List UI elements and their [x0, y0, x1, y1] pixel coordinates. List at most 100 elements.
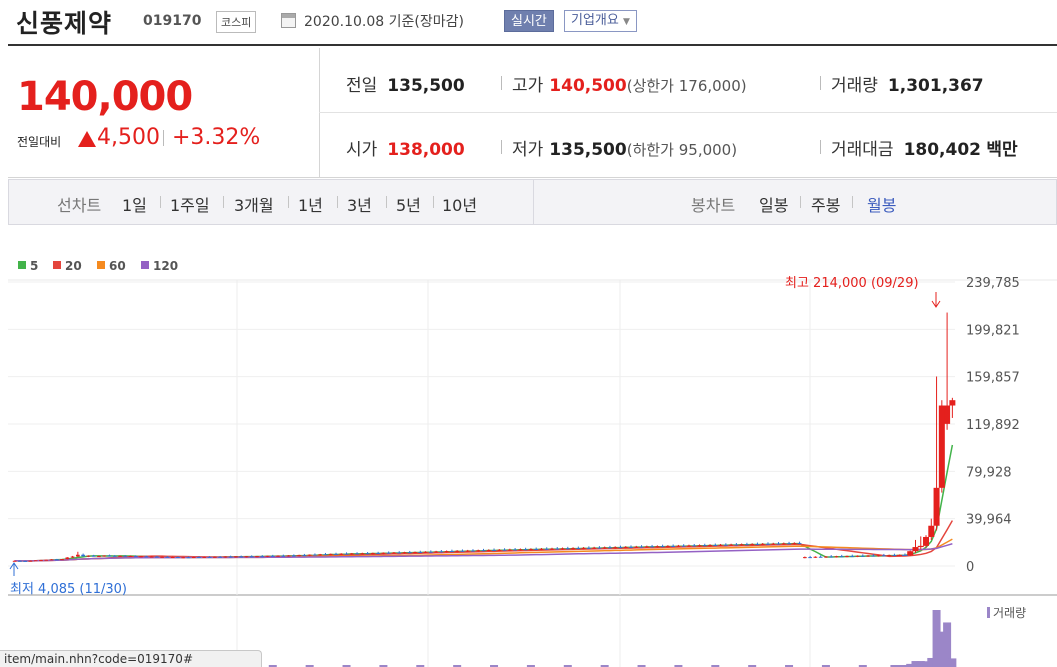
- candle-body: [818, 556, 823, 558]
- low-price: 저가 135,500(하한가 95,000): [512, 140, 738, 160]
- period-1d[interactable]: 1일: [122, 192, 147, 216]
- candle-body: [65, 557, 70, 560]
- volume-legend-label: 거래량: [993, 606, 1026, 620]
- candle-body: [123, 555, 128, 557]
- company-name[interactable]: 신풍제약: [16, 4, 112, 40]
- candle-body: [896, 554, 903, 556]
- candle-body: [133, 555, 138, 557]
- candle-body: [634, 546, 639, 548]
- change-label: 전일대비: [17, 135, 62, 149]
- candle-body: [845, 556, 849, 558]
- candle-body: [550, 548, 554, 550]
- candle-body: [581, 547, 586, 549]
- period-1y[interactable]: 1년: [298, 192, 323, 216]
- y-tick-label: 159,857: [966, 371, 1020, 386]
- candle-body: [597, 547, 602, 549]
- candle-body: [186, 557, 191, 559]
- candle-body: [565, 548, 570, 550]
- candle-body: [933, 487, 940, 526]
- candle-body: [12, 560, 17, 562]
- basis-date: 2020.10.08 기준(장마감): [304, 14, 464, 30]
- candle-body: [207, 556, 212, 558]
- line-chart-label: 선차트: [57, 196, 102, 215]
- candle-body: [91, 555, 96, 557]
- candle-body: [349, 553, 354, 555]
- candle-body: [265, 555, 270, 557]
- candle-body: [191, 556, 196, 558]
- y-tick-label: 119,892: [966, 418, 1020, 433]
- candle-chart-label: 봉차트: [691, 196, 736, 215]
- candle-body: [808, 557, 812, 559]
- legend-label: 120: [153, 259, 178, 273]
- candle-body: [781, 543, 786, 545]
- candle-body: [876, 555, 881, 557]
- ma-legend: 5 20 60 120: [18, 259, 178, 273]
- candle-daily[interactable]: 일봉: [759, 192, 788, 216]
- candle-body: [160, 556, 164, 558]
- candle-body: [49, 559, 54, 561]
- candle-body: [60, 559, 64, 561]
- candle-body: [729, 544, 733, 546]
- candle-body: [834, 556, 839, 558]
- candle-body: [776, 543, 781, 545]
- candle-body: [102, 555, 107, 557]
- candle-body: [912, 547, 919, 552]
- candle-body: [334, 553, 338, 555]
- legend-label: 5: [30, 259, 38, 273]
- candle-body: [602, 547, 607, 549]
- corp-overview-button[interactable]: 기업개요 ▼: [564, 10, 637, 32]
- candle-body: [513, 549, 517, 551]
- chevron-down-icon: ▼: [622, 17, 630, 27]
- candle-body: [571, 548, 575, 550]
- high-annotation: 최고 214,000 (09/29): [785, 276, 919, 291]
- candle-body: [249, 556, 254, 558]
- divider: [386, 196, 387, 208]
- candle-body: [292, 555, 296, 557]
- candle-body: [718, 544, 723, 546]
- candle-body: [386, 552, 391, 554]
- candle-body: [655, 546, 660, 548]
- candle-body: [97, 556, 101, 558]
- candle-body: [803, 557, 807, 559]
- candle-body: [392, 552, 396, 554]
- open-price: 시가 138,000: [346, 140, 465, 160]
- price-chart[interactable]: 5 20 60 120 239,785 199,821 159,857 119,892 79,…: [0, 230, 1057, 667]
- candle-body: [418, 552, 423, 554]
- candle-weekly[interactable]: 주봉: [811, 192, 840, 216]
- candle-body: [81, 554, 85, 557]
- candle-body: [708, 545, 712, 547]
- candle-body: [455, 550, 460, 552]
- candle-body: [639, 546, 644, 548]
- header-divider: [8, 44, 1057, 46]
- candlesticks: [12, 312, 956, 562]
- legend-label: 20: [65, 259, 82, 273]
- candle-body: [202, 556, 207, 558]
- candle-body: [666, 545, 670, 547]
- period-1w[interactable]: 1주일: [170, 192, 210, 216]
- realtime-button[interactable]: 실시간: [504, 10, 554, 32]
- candle-body: [734, 544, 739, 546]
- period-3m[interactable]: 3개월: [234, 192, 274, 216]
- candle-body: [650, 546, 654, 548]
- candle-body: [281, 555, 286, 557]
- candle-body: [587, 547, 591, 549]
- legend-swatch: [141, 261, 149, 269]
- change-rate: +3.32%: [172, 125, 261, 150]
- candle-body: [518, 549, 523, 551]
- candle-body: [887, 555, 891, 557]
- candle-body: [923, 536, 930, 546]
- period-5y[interactable]: 5년: [396, 192, 421, 216]
- volume-legend-swatch: [987, 607, 990, 618]
- period-3y[interactable]: 3년: [347, 192, 372, 216]
- candle-body: [481, 550, 486, 552]
- divider: [501, 76, 502, 90]
- candle-monthly[interactable]: 월봉: [867, 192, 896, 216]
- candle-body: [824, 556, 828, 558]
- candle-body: [33, 560, 38, 562]
- current-price: 140,000: [17, 74, 193, 120]
- candle-body: [155, 556, 159, 558]
- candle-body: [344, 553, 349, 555]
- divider: [288, 196, 289, 208]
- period-10y[interactable]: 10년: [442, 192, 477, 216]
- legend-swatch: [53, 261, 61, 269]
